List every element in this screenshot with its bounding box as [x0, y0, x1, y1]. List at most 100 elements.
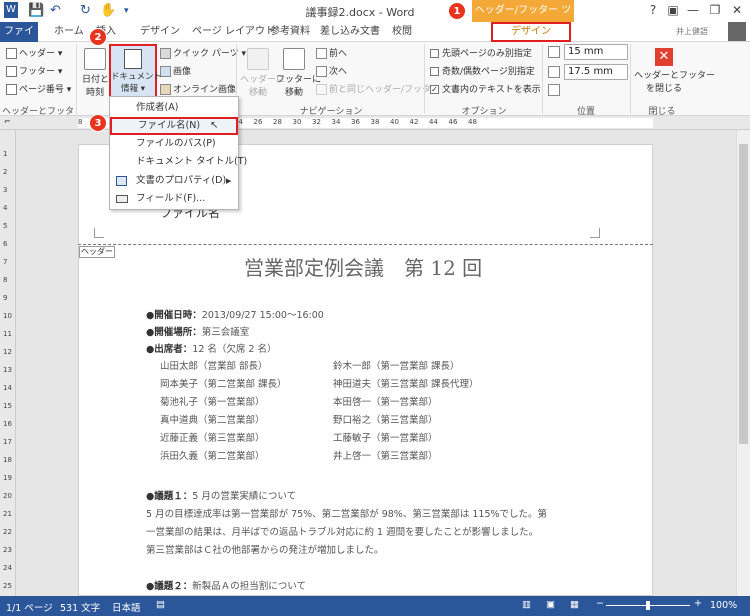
restore-icon[interactable]: ❐ — [706, 3, 724, 17]
agenda2-line[interactable]: ●議題２：新製品Ａの担当割について — [146, 578, 306, 592]
place-line[interactable]: ●開催場所：第三会議室 — [146, 324, 249, 338]
step-badge-3: 3 — [89, 114, 107, 132]
tab-design[interactable]: デザイン — [132, 22, 188, 42]
status-bar: 1/1 ページ 531 文字 日本語 ▤ ▥ ▣ ▦ − + 100% — [0, 596, 750, 616]
picture-button[interactable]: 画像 — [160, 64, 191, 77]
vertical-scrollbar[interactable] — [736, 130, 750, 596]
goto-footer-label-2: 移動 — [284, 88, 303, 98]
language-indicator[interactable]: 日本語 — [112, 600, 141, 614]
redo-icon[interactable]: ↻ — [80, 3, 91, 18]
attendee-right[interactable]: 本田啓一（第一営業部） — [333, 394, 438, 408]
checkbox-unchecked[interactable] — [430, 67, 439, 76]
checkbox-unchecked[interactable] — [430, 49, 439, 58]
word-count[interactable]: 531 文字 — [60, 600, 100, 614]
header-position-input[interactable]: 15 mm — [564, 44, 628, 60]
undo-icon[interactable]: ↶ — [50, 3, 61, 18]
online-picture-icon — [160, 84, 171, 95]
ruler-tick-label: 8 — [78, 118, 83, 126]
attendee-left[interactable]: 山田太郎（営業部 部長） — [160, 358, 268, 372]
next-button[interactable]: 次へ — [316, 64, 347, 77]
tab-mailings[interactable]: 差し込み文書 — [312, 22, 388, 42]
close-window-icon[interactable]: ✕ — [728, 3, 746, 17]
print-layout-icon[interactable]: ▣ — [546, 599, 555, 610]
ribbon-display-icon[interactable]: ▣ — [664, 3, 682, 17]
menu-item-field[interactable]: フィールド(F)... — [110, 190, 238, 208]
web-layout-icon[interactable]: ▦ — [570, 599, 579, 610]
menu-item-doc-title[interactable]: ドキュメント タイトル(T) — [110, 153, 247, 171]
tab-references[interactable]: 参考資料 — [262, 22, 318, 42]
prev-button[interactable]: 前へ — [316, 46, 347, 59]
touch-mode-icon[interactable]: ✋ — [100, 3, 116, 18]
menu-item-filename[interactable]: ファイル名(N) ↖ — [110, 117, 238, 135]
goto-footer-button[interactable]: フッターに 移動 — [276, 46, 321, 98]
goto-header-label-2: 移動 — [248, 88, 267, 98]
document-info-button[interactable]: ドキュメント 情報 ▾ — [109, 44, 162, 98]
page-indicator[interactable]: 1/1 ページ — [6, 600, 53, 614]
attend-line[interactable]: ●出席者：12 名（欠席 2 名） — [146, 341, 277, 355]
menu-item-filename-label: ファイル名(N) — [138, 120, 201, 131]
attendee-right[interactable]: 野口裕之（第三営業部） — [333, 412, 438, 426]
opt-first-page[interactable]: 先頭ページのみ別指定 — [430, 46, 532, 59]
close-hf-label-1: ヘッダーとフッター — [634, 71, 716, 81]
read-mode-icon[interactable]: ▥ — [522, 599, 531, 610]
vruler-tick-label: 19 — [3, 474, 12, 482]
submenu-arrow-icon: ▶ — [226, 177, 232, 185]
page-number-button[interactable]: ページ番号 ▾ — [6, 82, 71, 95]
attendee-left[interactable]: 浜田久義（第二営業部） — [160, 448, 265, 462]
tab-hf-design[interactable]: デザイン — [491, 22, 571, 42]
datetime-button[interactable]: 日付と 時刻 — [82, 46, 109, 102]
save-icon[interactable]: 💾 — [28, 3, 44, 18]
opt-odd-even[interactable]: 奇数/偶数ページ別指定 — [430, 64, 535, 77]
quick-parts-button[interactable]: クイック パーツ ▾ — [160, 46, 246, 59]
agenda1-body[interactable]: 第三営業部はＣ社の他部署からの発注が増加しました。 — [146, 542, 384, 556]
group-separator — [630, 44, 631, 114]
checkbox-checked[interactable]: ✓ — [430, 85, 439, 94]
avatar[interactable] — [728, 22, 746, 41]
minimize-icon[interactable]: — — [684, 3, 702, 17]
menu-item-doc-property[interactable]: 文書のプロパティ(D) ▶ — [110, 172, 238, 190]
scrollbar-thumb[interactable] — [739, 144, 748, 444]
agenda1-body[interactable]: 5 月の目標達成率は第一営業部が 75%、第二営業部が 98%、第三営業部は 1… — [146, 506, 547, 520]
zoom-slider-thumb[interactable] — [646, 601, 650, 610]
tab-home[interactable]: ホーム — [46, 22, 92, 42]
zoom-level[interactable]: 100% — [710, 600, 737, 611]
date-line[interactable]: ●開催日時：2013/09/27 15:00～16:00 — [146, 307, 324, 321]
attendee-right[interactable]: 工藤敏子（第一営業部） — [333, 430, 438, 444]
footer-position-input[interactable]: 17.5 mm — [564, 64, 628, 80]
user-name[interactable]: 井上健語 — [676, 26, 708, 37]
datetime-label-2: 時刻 — [85, 88, 104, 98]
vertical-ruler[interactable]: 1 2 3 4 5 6 7 8 9 10 11 12 13 14 15 16 17 18 19 20 21 22 23 24 2… — [0, 130, 16, 596]
zoom-out-icon[interactable]: − — [596, 598, 604, 609]
date-value: 2013/09/27 15:00～16:00 — [201, 310, 324, 321]
agenda1-line[interactable]: ●議題１：5 月の営業実績について — [146, 488, 296, 502]
close-hf-button[interactable]: ✕ ヘッダーとフッター を閉じる — [634, 46, 716, 94]
qat-customize-icon[interactable]: ▾ — [124, 6, 129, 16]
menu-item-filepath[interactable]: ファイルのパス(P) — [110, 135, 238, 153]
online-picture-button[interactable]: オンライン画像 — [160, 82, 236, 95]
vruler-tick-label: 3 — [3, 186, 8, 194]
tab-review[interactable]: 校閲 — [384, 22, 420, 42]
ruler-tick-label: 34 — [331, 118, 341, 126]
tab-selector-icon[interactable]: ⌐ — [4, 117, 11, 126]
goto-header-button: ヘッダーに 移動 — [240, 46, 285, 98]
attendee-left[interactable]: 近藤正義（第三営業部） — [160, 430, 265, 444]
attendee-right[interactable]: 井上啓一（第三営業部） — [333, 448, 438, 462]
attendee-right[interactable]: 神田道夫（第三営業部 課長代理） — [333, 376, 479, 390]
attendee-left[interactable]: 真中道典（第二営業部） — [160, 412, 265, 426]
header-button[interactable]: ヘッダー ▾ — [6, 46, 62, 59]
proofing-icon[interactable]: ▤ — [156, 599, 165, 610]
attendee-left[interactable]: 菊池礼子（第一営業部） — [160, 394, 265, 408]
opt-show-text[interactable]: ✓ 文書内のテキストを表示 — [430, 82, 541, 95]
attendee-left[interactable]: 岡本美子（第二営業部 課長） — [160, 376, 287, 390]
group-separator — [542, 44, 543, 114]
help-button[interactable]: ? — [644, 3, 662, 17]
align-tab-icon[interactable] — [548, 84, 560, 96]
tab-file[interactable]: ファイル — [0, 22, 38, 57]
agenda1-body[interactable]: 一営業部の結果は、月半ばでの返品トラブル対応に約 1 週間を要したことが影響しま… — [146, 524, 538, 538]
zoom-in-icon[interactable]: + — [694, 598, 702, 609]
document-title[interactable]: 営業部定例会議 第 12 回 — [244, 252, 482, 281]
doc-property-label: 文書のプロパティ(D) — [136, 175, 227, 186]
attendee-right[interactable]: 鈴木一郎（第一営業部 課長） — [333, 358, 460, 372]
footer-button[interactable]: フッター ▾ — [6, 64, 62, 77]
menu-item-author[interactable]: 作成者(A) — [110, 99, 238, 117]
